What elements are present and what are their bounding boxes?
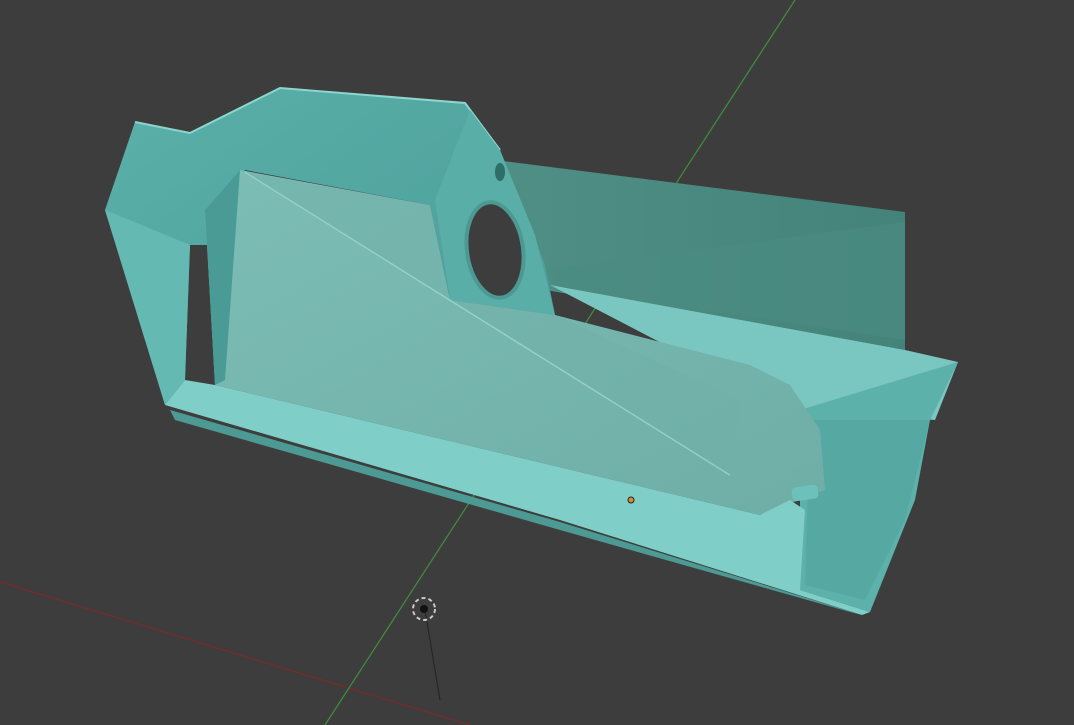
cursor-guide-line (424, 609, 441, 701)
x-axis-line (0, 581, 471, 725)
origin-marker-icon (627, 496, 635, 504)
mount-screw-hole (495, 163, 505, 181)
3d-viewport[interactable] (0, 0, 1074, 725)
model-right-wall-inner (805, 420, 930, 600)
3d-cursor-icon[interactable] (412, 597, 436, 621)
viewport-canvas[interactable] (0, 0, 1074, 725)
